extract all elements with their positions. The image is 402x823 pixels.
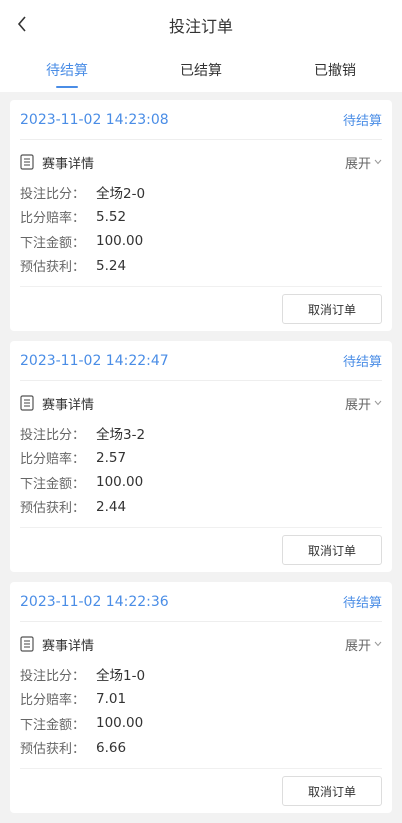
chevron-down-icon: [374, 400, 382, 406]
chevron-left-icon[interactable]: [12, 12, 32, 36]
status-badge: 待结算: [342, 114, 382, 129]
row-label: 比分赔率：: [20, 693, 86, 709]
row-label: 投注比分：: [20, 427, 86, 443]
status-badge: 待结算: [342, 596, 382, 611]
row-label: 预估获利：: [20, 501, 86, 517]
expand-toggle[interactable]: 展开: [345, 394, 382, 413]
chevron-down-icon: [374, 159, 382, 165]
tab-cancelled[interactable]: 已撤销: [280, 52, 390, 90]
row-label: 下注金额：: [20, 717, 86, 733]
row-value: 100.00: [96, 474, 144, 491]
cancel-order-button[interactable]: 取消订单: [282, 294, 382, 324]
detail-row: 预估获利： 6.66: [20, 736, 382, 761]
row-value: 100.00: [96, 233, 144, 250]
order-time: 2023-11-02 14:22:36: [20, 593, 169, 610]
detail-header: 赛事详情 展开: [20, 140, 382, 180]
order-card: 2023-11-02 14:22:47 待结算 赛事详情 展开 投注比分： 全场3…: [10, 341, 392, 572]
document-icon: [20, 636, 34, 652]
detail-header: 赛事详情 展开: [20, 381, 382, 421]
document-icon: [20, 395, 34, 411]
order-footer: 取消订单: [20, 769, 382, 813]
detail-row: 比分赔率： 7.01: [20, 687, 382, 712]
detail-row: 预估获利： 5.24: [20, 254, 382, 279]
cancel-order-button[interactable]: 取消订单: [282, 776, 382, 806]
expand-toggle[interactable]: 展开: [345, 635, 382, 654]
order-card: 2023-11-02 14:22:36 待结算 赛事详情 展开 投注比分： 全场1…: [10, 582, 392, 813]
row-label: 下注金额：: [20, 235, 86, 251]
row-value: 7.01: [96, 690, 127, 707]
order-time: 2023-11-02 14:23:08: [20, 111, 169, 128]
detail-header: 赛事详情 展开: [20, 622, 382, 662]
detail-row: 下注金额： 100.00: [20, 470, 382, 495]
tab-settled[interactable]: 已结算: [146, 52, 256, 90]
order-time: 2023-11-02 14:22:47: [20, 352, 169, 369]
order-footer: 取消订单: [20, 287, 382, 331]
row-label: 比分赔率：: [20, 211, 86, 227]
row-value: 5.24: [96, 257, 127, 274]
page-title: 投注订单: [168, 17, 233, 36]
row-value: 全场2-0: [96, 186, 146, 203]
row-label: 预估获利：: [20, 260, 86, 276]
document-icon: [20, 154, 34, 170]
row-value: 5.52: [96, 208, 127, 225]
expand-label: 展开: [344, 638, 371, 654]
expand-toggle[interactable]: 展开: [345, 153, 382, 172]
order-details: 投注比分： 全场3-2 比分赔率： 2.57 下注金额： 100.00 预估获利： 2.…: [20, 421, 382, 528]
row-value: 6.66: [96, 739, 127, 756]
order-tabs: 待结算 已结算 已撤销: [0, 50, 402, 92]
detail-row: 投注比分： 全场1-0: [20, 662, 382, 687]
detail-row: 比分赔率： 5.52: [20, 205, 382, 230]
order-card: 2023-11-02 14:23:08 待结算 赛事详情 展开 投注比分： 全场2…: [10, 100, 392, 331]
order-header: 2023-11-02 14:22:47 待结算: [20, 341, 382, 381]
order-details: 投注比分： 全场2-0 比分赔率： 5.52 下注金额： 100.00 预估获利： 5.…: [20, 180, 382, 287]
row-label: 下注金额：: [20, 476, 86, 492]
tab-pending[interactable]: 待结算: [12, 52, 122, 90]
expand-label: 展开: [344, 156, 371, 172]
detail-row: 投注比分： 全场2-0: [20, 180, 382, 205]
detail-title: 赛事详情: [42, 397, 95, 413]
order-footer: 取消订单: [20, 528, 382, 572]
row-value: 全场3-2: [96, 427, 146, 444]
status-badge: 待结算: [342, 355, 382, 370]
order-header: 2023-11-02 14:23:08 待结算: [20, 100, 382, 140]
cancel-order-button[interactable]: 取消订单: [282, 535, 382, 565]
detail-row: 投注比分： 全场3-2: [20, 421, 382, 446]
detail-title: 赛事详情: [42, 638, 95, 654]
row-label: 投注比分：: [20, 668, 86, 684]
row-label: 比分赔率：: [20, 452, 86, 468]
detail-row: 比分赔率： 2.57: [20, 446, 382, 471]
expand-label: 展开: [344, 397, 371, 413]
detail-title: 赛事详情: [42, 156, 95, 172]
order-list: 2023-11-02 14:23:08 待结算 赛事详情 展开 投注比分： 全场2…: [10, 100, 392, 823]
top-bar: 投注订单: [0, 0, 402, 50]
detail-row: 下注金额： 100.00: [20, 711, 382, 736]
row-value: 全场1-0: [96, 668, 146, 685]
row-label: 投注比分：: [20, 186, 86, 202]
row-value: 100.00: [96, 715, 144, 732]
chevron-down-icon: [374, 641, 382, 647]
row-value: 2.57: [96, 449, 127, 466]
row-label: 预估获利：: [20, 742, 86, 758]
detail-row: 下注金额： 100.00: [20, 229, 382, 254]
order-header: 2023-11-02 14:22:36 待结算: [20, 582, 382, 622]
row-value: 2.44: [96, 498, 127, 515]
order-details: 投注比分： 全场1-0 比分赔率： 7.01 下注金额： 100.00 预估获利： 6.…: [20, 662, 382, 769]
detail-row: 预估获利： 2.44: [20, 495, 382, 520]
